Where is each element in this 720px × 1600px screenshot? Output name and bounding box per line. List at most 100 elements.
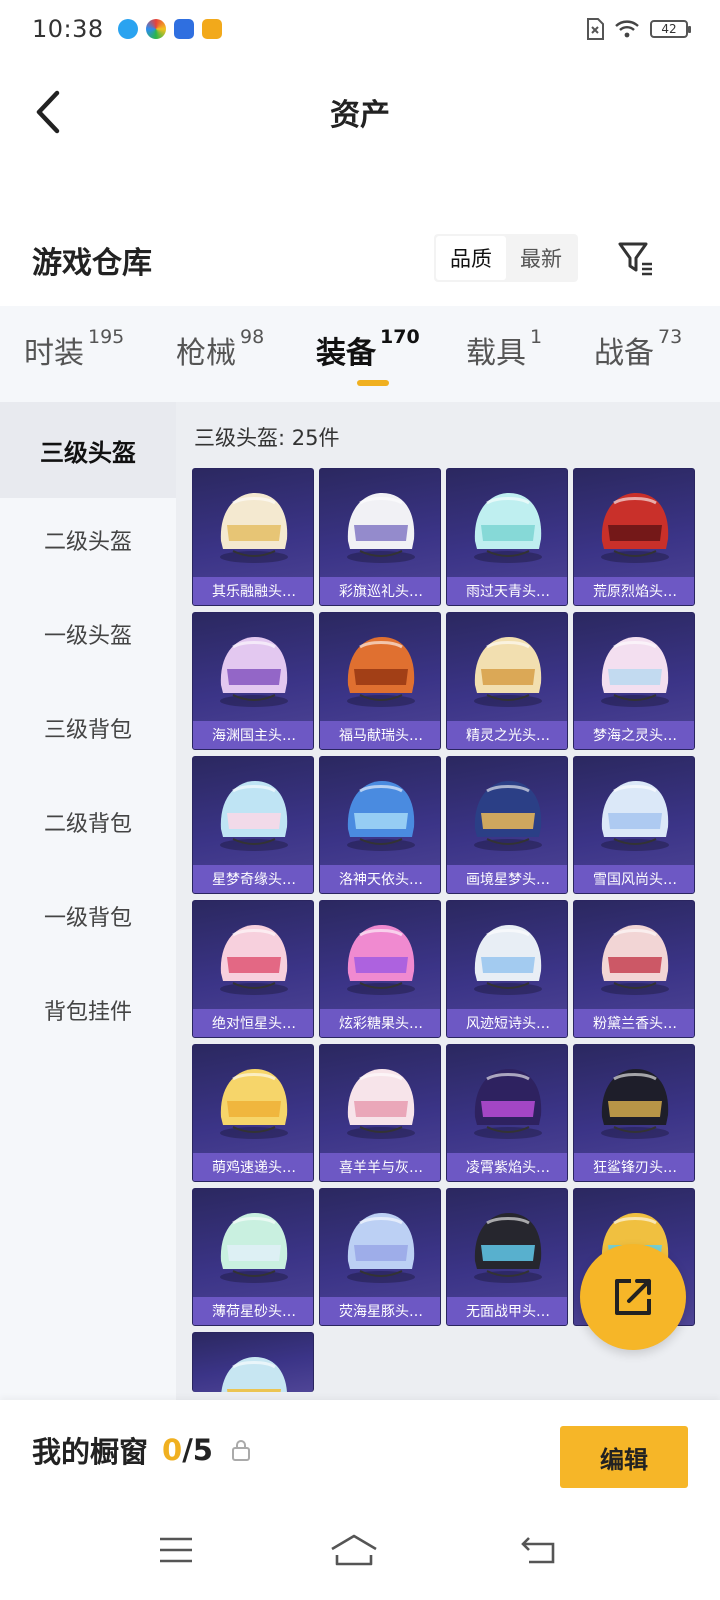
helmet-image bbox=[474, 1069, 542, 1139]
sub-item-level3-backpack[interactable]: 三级背包 bbox=[0, 680, 176, 776]
helmet-name: 狂鲨锋刃头… bbox=[574, 1153, 694, 1181]
helmet-name: 粉黛兰香头… bbox=[574, 1009, 694, 1037]
helmet-image bbox=[220, 637, 288, 707]
active-tab-indicator bbox=[357, 380, 389, 386]
tab-fashion[interactable]: 时装 195 bbox=[24, 326, 124, 372]
lock-icon bbox=[231, 1440, 250, 1461]
back-button[interactable] bbox=[26, 86, 70, 138]
tab-guns[interactable]: 枪械 98 bbox=[176, 326, 264, 372]
wifi-icon bbox=[615, 20, 639, 38]
helmet-card[interactable]: 萌鸡速递头… bbox=[192, 1044, 314, 1182]
helmet-image bbox=[474, 781, 542, 851]
helmet-card[interactable]: 荒原烈焰头… bbox=[573, 468, 695, 606]
back-nav-button[interactable] bbox=[508, 1528, 568, 1572]
app-header: 资产 bbox=[0, 72, 720, 152]
helmet-image bbox=[474, 925, 542, 995]
system-nav-bar bbox=[0, 1500, 720, 1600]
helmet-image bbox=[601, 1069, 669, 1139]
filter-button[interactable] bbox=[612, 234, 660, 282]
helmet-image bbox=[601, 637, 669, 707]
helmet-name: 萌鸡速递头… bbox=[193, 1153, 313, 1181]
sub-item-level3-helmet[interactable]: 三级头盔 bbox=[0, 402, 176, 498]
helmet-name: 梦海之灵头… bbox=[574, 721, 694, 749]
helmet-image bbox=[220, 1069, 288, 1139]
helmet-card[interactable]: 精灵之光头… bbox=[446, 612, 568, 750]
helmet-image bbox=[220, 1213, 288, 1283]
tab-equipment[interactable]: 装备 170 bbox=[316, 326, 420, 372]
edit-button[interactable]: 编辑 bbox=[560, 1426, 688, 1488]
sort-by-quality[interactable]: 品质 bbox=[436, 236, 506, 280]
helmet-card[interactable]: 狂鲨锋刃头… bbox=[573, 1044, 695, 1182]
helmet-card[interactable]: 其乐融融头… bbox=[192, 468, 314, 606]
helmet-name: 彩旗巡礼头… bbox=[320, 577, 440, 605]
helmet-card[interactable]: 星梦奇缘头… bbox=[192, 756, 314, 894]
helmet-name: 星梦奇缘头… bbox=[193, 865, 313, 893]
helmet-image bbox=[474, 637, 542, 707]
helmet-image bbox=[601, 925, 669, 995]
app-icon bbox=[145, 19, 166, 39]
helmet-name: 洛神天依头… bbox=[320, 865, 440, 893]
helmet-card[interactable]: 炫彩糖果头… bbox=[319, 900, 441, 1038]
helmet-card[interactable]: 喜羊羊与灰… bbox=[319, 1044, 441, 1182]
helmet-card[interactable]: 薄荷星砂头… bbox=[192, 1188, 314, 1326]
app-icon bbox=[201, 19, 222, 39]
sort-toggle: 品质 最新 bbox=[434, 234, 578, 282]
helmet-card[interactable]: 梦海之灵头… bbox=[573, 612, 695, 750]
helmet-name: 海渊国主头… bbox=[193, 721, 313, 749]
helmet-card[interactable] bbox=[192, 1332, 314, 1392]
helmet-image bbox=[347, 1213, 415, 1283]
menu-button[interactable] bbox=[146, 1528, 206, 1572]
helmet-card[interactable]: 福马献瑞头… bbox=[319, 612, 441, 750]
helmet-card[interactable]: 凌霄紫焰头… bbox=[446, 1044, 568, 1182]
helmet-card[interactable]: 彩旗巡礼头… bbox=[319, 468, 441, 606]
helmet-name: 荧海星豚头… bbox=[320, 1297, 440, 1325]
qq-icon bbox=[117, 19, 138, 39]
helmet-image bbox=[347, 637, 415, 707]
helmet-name: 凌霄紫焰头… bbox=[447, 1153, 567, 1181]
helmet-name: 炫彩糖果头… bbox=[320, 1009, 440, 1037]
section-title: 游戏仓库 bbox=[32, 246, 152, 281]
helmet-card[interactable]: 无面战甲头… bbox=[446, 1188, 568, 1326]
sub-item-level1-backpack[interactable]: 一级背包 bbox=[0, 868, 176, 964]
helmet-image bbox=[220, 925, 288, 995]
sort-by-newest[interactable]: 最新 bbox=[506, 236, 576, 280]
helmet-name: 喜羊羊与灰… bbox=[320, 1153, 440, 1181]
category-tabs: 时装 195 枪械 98 装备 170 载具 1 战备 73 bbox=[0, 306, 720, 402]
warehouse-header: 游戏仓库 品质 最新 bbox=[0, 228, 720, 292]
helmet-card[interactable]: 风迹短诗头… bbox=[446, 900, 568, 1038]
tab-count: 170 bbox=[380, 326, 420, 348]
showcase-label: 我的橱窗 bbox=[32, 1435, 149, 1469]
sub-item-level1-helmet[interactable]: 一级头盔 bbox=[0, 586, 176, 682]
home-button[interactable] bbox=[324, 1528, 384, 1572]
helmet-name: 福马献瑞头… bbox=[320, 721, 440, 749]
tab-gear[interactable]: 战备 73 bbox=[594, 326, 683, 372]
tab-count: 73 bbox=[658, 326, 683, 348]
status-app-icons bbox=[117, 19, 222, 39]
tab-label: 枪械 bbox=[176, 336, 236, 371]
helmet-image bbox=[221, 1357, 287, 1392]
tab-count: 1 bbox=[530, 326, 543, 348]
tab-label: 战备 bbox=[594, 336, 654, 371]
share-icon bbox=[615, 1279, 651, 1315]
helmet-card[interactable]: 雪国风尚头… bbox=[573, 756, 695, 894]
sub-item-level2-helmet[interactable]: 二级头盔 bbox=[0, 492, 176, 588]
helmet-card[interactable]: 雨过天青头… bbox=[446, 468, 568, 606]
helmet-image bbox=[474, 1213, 542, 1283]
sub-item-level2-backpack[interactable]: 二级背包 bbox=[0, 774, 176, 870]
tab-vehicles[interactable]: 载具 1 bbox=[466, 326, 543, 372]
helmet-name: 无面战甲头… bbox=[447, 1297, 567, 1325]
helmet-card[interactable]: 荧海星豚头… bbox=[319, 1188, 441, 1326]
helmet-card[interactable]: 海渊国主头… bbox=[192, 612, 314, 750]
helmet-image bbox=[220, 493, 288, 563]
helmet-card[interactable]: 洛神天依头… bbox=[319, 756, 441, 894]
sub-item-backpack-charm[interactable]: 背包挂件 bbox=[0, 962, 176, 1058]
share-button[interactable] bbox=[580, 1244, 686, 1350]
helmet-image bbox=[347, 781, 415, 851]
sim-icon bbox=[587, 18, 604, 40]
helmet-image bbox=[347, 493, 415, 563]
tab-label: 时装 bbox=[24, 336, 84, 371]
filter-icon bbox=[618, 242, 652, 276]
helmet-card[interactable]: 粉黛兰香头… bbox=[573, 900, 695, 1038]
helmet-card[interactable]: 画境星梦头… bbox=[446, 756, 568, 894]
helmet-card[interactable]: 绝对恒星头… bbox=[192, 900, 314, 1038]
